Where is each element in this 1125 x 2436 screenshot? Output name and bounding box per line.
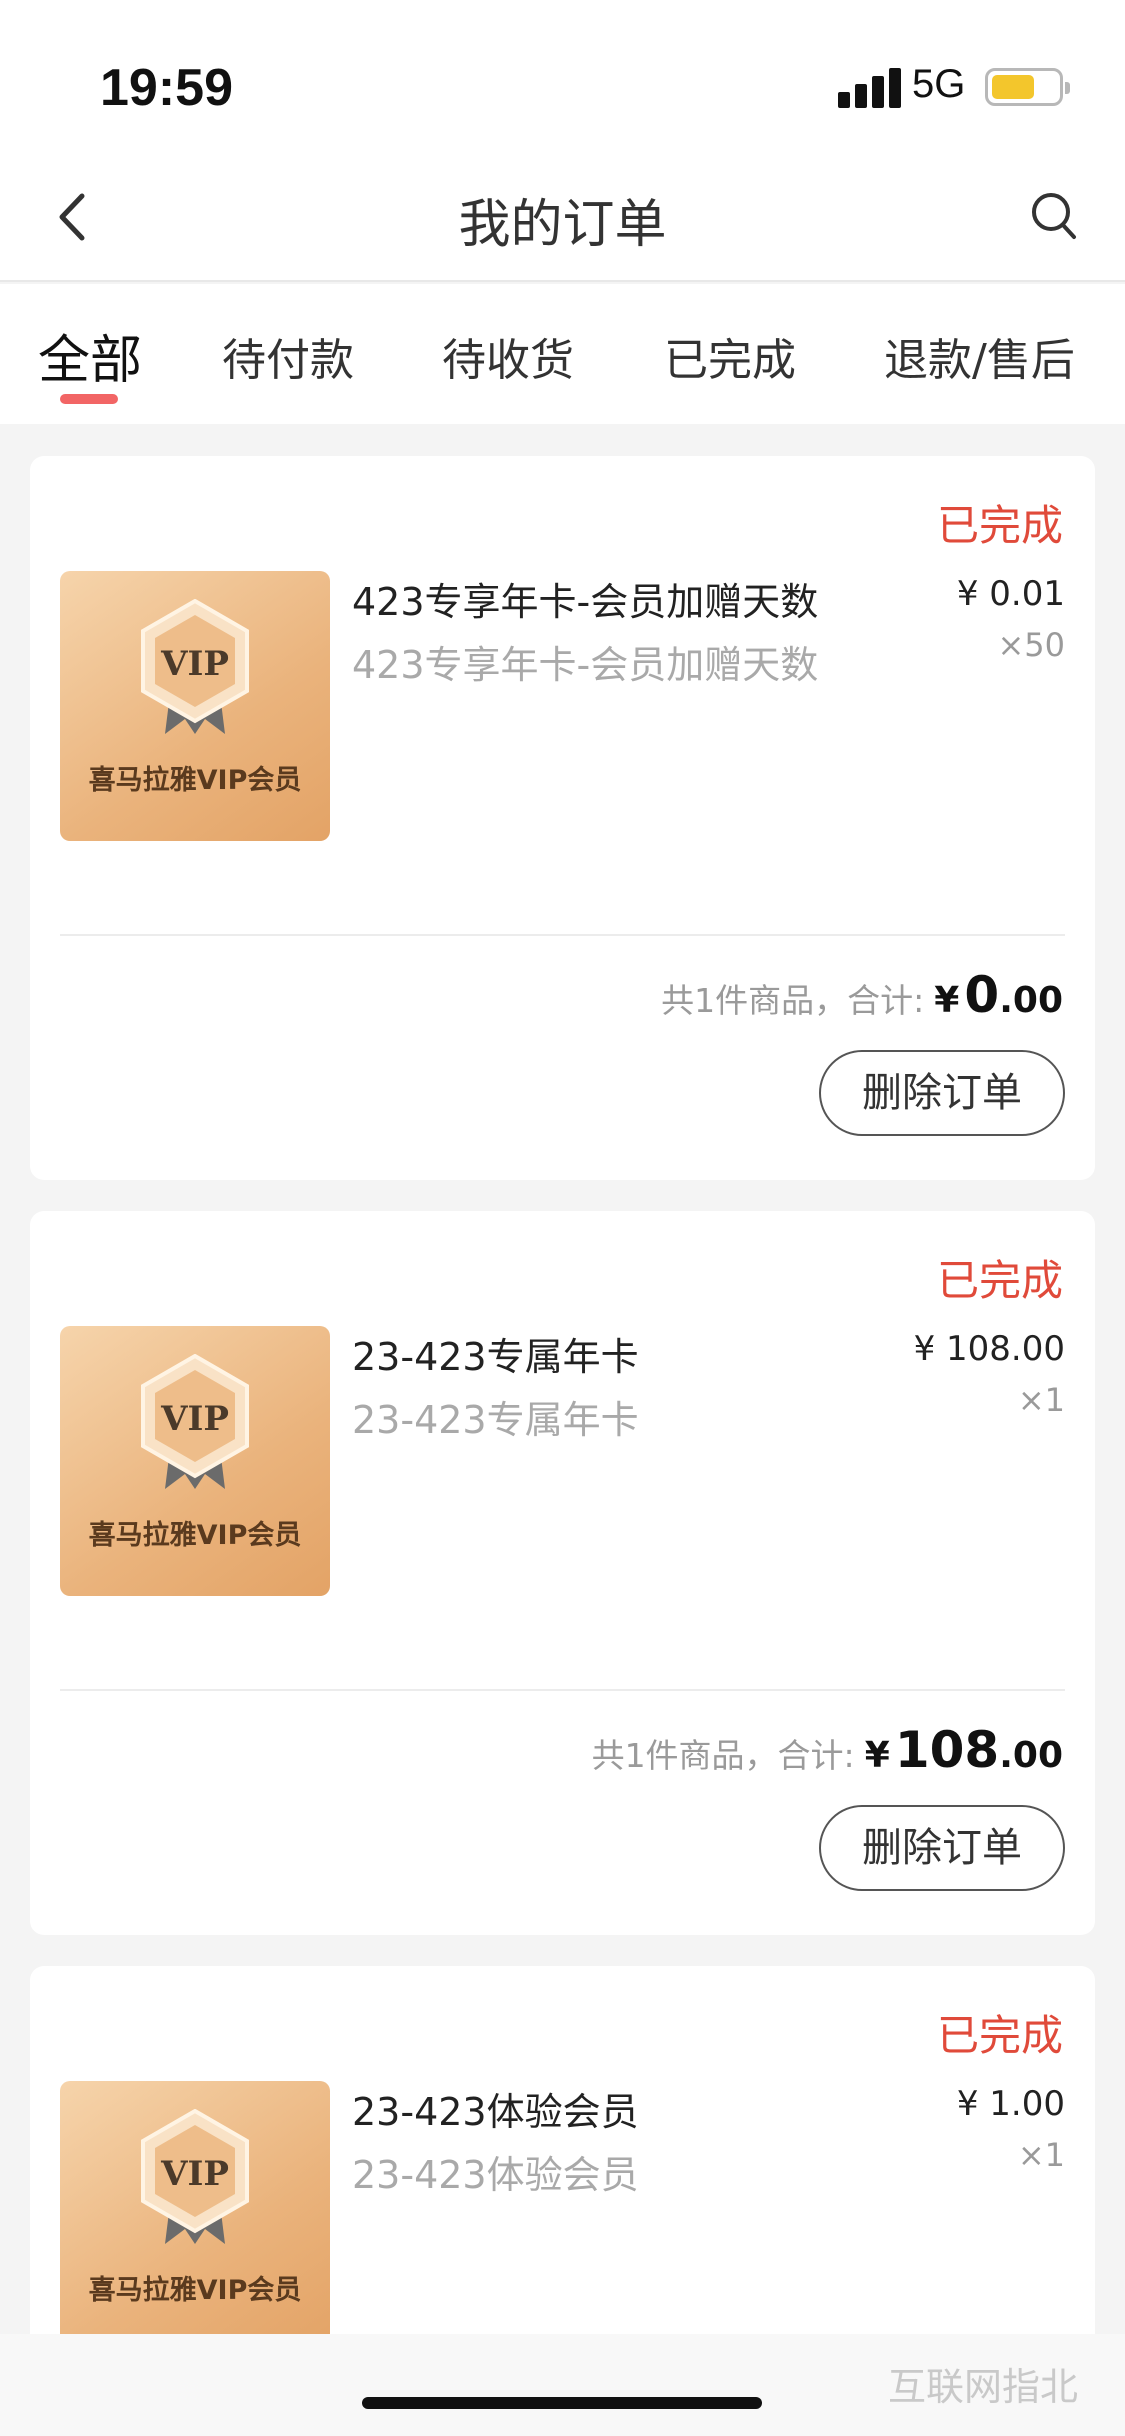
- tab-completed[interactable]: 已完成: [664, 324, 796, 388]
- product-price: ¥ 0.01: [956, 574, 1065, 614]
- product-price: ¥ 108.00: [913, 1329, 1065, 1369]
- svg-text:VIP: VIP: [160, 644, 229, 684]
- signal-icon: [838, 66, 902, 108]
- tab-all[interactable]: 全部: [38, 318, 142, 393]
- order-card: 已完成 VIP 喜马拉雅VIP会员 23-423专属年卡 23-423专属年卡 …: [30, 1211, 1095, 1935]
- total-decimal: .00: [999, 980, 1063, 1021]
- order-status: 已完成: [936, 1256, 1063, 1305]
- vip-badge-icon: VIP: [141, 599, 249, 734]
- product-thumbnail[interactable]: VIP 喜马拉雅VIP会员: [60, 571, 330, 841]
- svg-text:VIP: VIP: [160, 2154, 229, 2194]
- status-bar: 19:59 5G: [0, 0, 1125, 150]
- product-spec: 23-423专属年卡: [352, 1398, 639, 1442]
- order-status: 已完成: [936, 2011, 1063, 2060]
- divider: [60, 934, 1065, 936]
- thumbnail-caption: 喜马拉雅VIP会员: [88, 1520, 302, 1551]
- currency-symbol: ¥: [864, 1735, 890, 1776]
- product-thumbnail[interactable]: VIP 喜马拉雅VIP会员: [60, 1326, 330, 1596]
- product-price: ¥ 1.00: [956, 2084, 1065, 2124]
- search-button[interactable]: [1030, 188, 1080, 244]
- product-quantity: ×1: [1017, 1381, 1065, 1419]
- product-title[interactable]: 23-423专属年卡: [352, 1326, 639, 1381]
- order-tabs: 全部 待付款 待收货 已完成 退款/售后: [0, 284, 1125, 424]
- thumbnail-caption: 喜马拉雅VIP会员: [88, 2275, 302, 2306]
- network-type: 5G: [912, 62, 966, 106]
- currency-symbol: ¥: [934, 980, 960, 1021]
- product-quantity: ×50: [997, 626, 1065, 664]
- summary-label: 共1件商品，合计:: [591, 1736, 855, 1775]
- total-amount: 0: [964, 966, 1000, 1024]
- tab-pending-payment[interactable]: 待付款: [222, 324, 354, 388]
- product-spec: 23-423体验会员: [352, 2153, 639, 2197]
- thumbnail-caption: 喜马拉雅VIP会员: [88, 765, 302, 796]
- status-time: 19:59: [100, 59, 233, 117]
- home-indicator[interactable]: [362, 2397, 762, 2409]
- delete-order-button[interactable]: 删除订单: [819, 1805, 1065, 1891]
- divider: [60, 1689, 1065, 1691]
- svg-text:VIP: VIP: [160, 1399, 229, 1439]
- tab-active-indicator: [60, 394, 118, 404]
- order-summary: 共1件商品，合计: ¥ 0.00: [661, 966, 1063, 1024]
- order-summary: 共1件商品，合计: ¥ 108.00: [592, 1721, 1063, 1779]
- product-title[interactable]: 423专享年卡-会员加赠天数: [352, 571, 818, 626]
- product-thumbnail[interactable]: VIP 喜马拉雅VIP会员: [60, 2081, 330, 2351]
- product-quantity: ×1: [1017, 2136, 1065, 2174]
- delete-order-button[interactable]: 删除订单: [819, 1050, 1065, 1136]
- product-title[interactable]: 23-423体验会员: [352, 2081, 639, 2136]
- total-decimal: .00: [999, 1735, 1063, 1776]
- summary-label: 共1件商品，合计:: [661, 981, 925, 1020]
- order-card: 已完成 VIP 喜马拉雅VIP会员 23-423体验会员 23-423体验会员 …: [30, 1966, 1095, 2366]
- order-status: 已完成: [936, 501, 1063, 550]
- order-card: 已完成 VIP 喜马拉雅VIP会员 423专享年卡-会员加赠天数 423专享年卡…: [30, 456, 1095, 1180]
- page-title: 我的订单: [458, 195, 667, 255]
- nav-bar: 我的订单: [0, 150, 1125, 282]
- watermark: 互联网指北: [888, 2365, 1079, 2409]
- tab-refund[interactable]: 退款/售后: [884, 324, 1075, 388]
- vip-badge-icon: VIP: [141, 1354, 249, 1489]
- tab-pending-receipt[interactable]: 待收货: [442, 324, 574, 388]
- battery-icon: [985, 68, 1070, 106]
- search-icon: [1032, 193, 1076, 239]
- total-amount: 108: [894, 1721, 1000, 1779]
- product-spec: 423专享年卡-会员加赠天数: [352, 643, 819, 687]
- vip-badge-icon: VIP: [141, 2109, 249, 2244]
